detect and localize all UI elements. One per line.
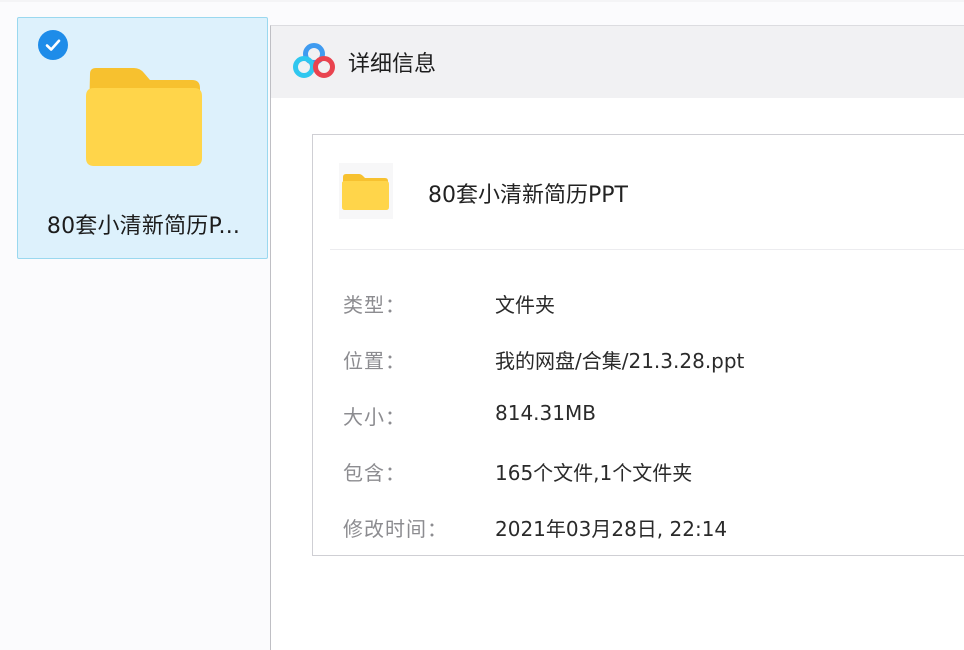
info-row-location: 位置： 我的网盘/合集/21.3.28.ppt [313,345,964,375]
type-value: 文件夹 [495,293,555,317]
size-value: 814.31MB [495,401,596,425]
panel-header: 详细信息 [271,26,964,98]
type-label: 类型： [343,293,406,317]
folder-icon [86,68,202,166]
modified-time-value: 2021年03月28日, 22:14 [495,517,728,541]
file-name-title: 80套小清新简历PPT [428,183,628,208]
top-divider [0,0,964,2]
info-row-type: 类型： 文件夹 [313,289,964,319]
contains-label: 包含： [343,461,406,485]
contains-value: 165个文件,1个文件夹 [495,461,693,485]
modified-time-label: 修改时间： [343,517,448,541]
folder-name-label: 80套小清新简历P... [46,214,241,239]
info-card: 80套小清新简历PPT 类型： 文件夹 位置： 我的网盘/合集/21.3.28.… [312,134,964,556]
card-divider [330,249,964,250]
file-manager-view: 80套小清新简历P... 详细信息 80套小清新简历PPT 类型： 文件夹 位置… [0,0,964,650]
info-row-modified: 修改时间： 2021年03月28日, 22:14 [313,513,964,543]
folder-tile-selected[interactable]: 80套小清新简历P... [17,17,268,259]
location-label: 位置： [343,349,406,373]
folder-icon [339,163,393,219]
info-row-contains: 包含： 165个文件,1个文件夹 [313,457,964,487]
selected-check-icon[interactable] [38,30,68,60]
location-value: 我的网盘/合集/21.3.28.ppt [495,349,745,373]
size-label: 大小： [343,405,406,429]
info-row-size: 大小： 814.31MB [313,401,964,431]
details-panel: 详细信息 80套小清新简历PPT 类型： 文件夹 位置： 我的网盘/合集/21.… [270,25,964,650]
baidu-netdisk-logo-icon [293,43,335,78]
panel-title: 详细信息 [348,52,437,77]
